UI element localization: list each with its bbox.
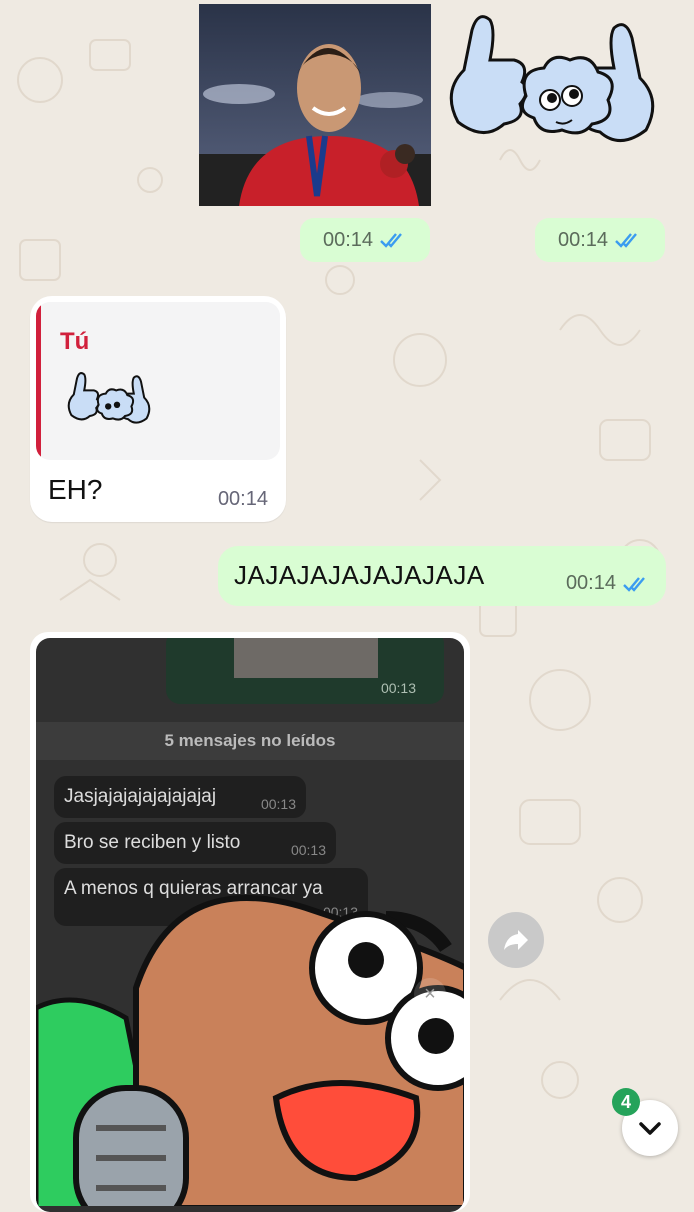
thumbs-up-sticker[interactable]	[438, 4, 666, 184]
unread-divider: 5 mensajes no leídos	[36, 722, 464, 760]
quoted-author: Tú	[60, 328, 90, 355]
screenshot-bubble: Jasjajajajajajajajaj 00:13	[54, 776, 306, 818]
screenshot-bubble-time: 00:13	[260, 796, 296, 812]
screenshot-bubble: Bro se reciben y listo 00:13	[54, 822, 336, 864]
screenshot-bubble-text: Jasjajajajajajajajaj	[64, 786, 217, 807]
photo-time: 00:14	[322, 228, 374, 251]
sent-text: JAJAJAJAJAJAJAJA	[234, 560, 485, 590]
double-check-icon	[615, 233, 637, 248]
received-reply-bubble[interactable]: Tú EH? 00:14	[30, 296, 286, 522]
photo-time-pill: 00:14	[300, 218, 430, 262]
quoted-sticker-thumbnail	[67, 372, 151, 424]
forward-arrow-icon	[504, 930, 528, 950]
unread-count-badge: 4	[612, 1088, 640, 1116]
sent-time: 00:14	[565, 572, 616, 594]
sticker-time-pill: 00:14	[535, 218, 665, 262]
screenshot-close-icon: ×	[414, 978, 446, 1010]
screenshot-thumbnail	[234, 638, 378, 678]
sent-text-bubble[interactable]: JAJAJAJAJAJAJAJA 00:14	[218, 546, 666, 606]
screenshot-sent-bubble: 00:13	[166, 638, 444, 704]
chevron-down-icon	[639, 1122, 661, 1135]
forward-button[interactable]	[488, 912, 544, 968]
reply-text: EH?	[48, 474, 103, 505]
double-check-icon	[380, 233, 402, 248]
screenshot-bubble-text: Bro se reciben y listo	[64, 832, 241, 853]
screenshot-bubble-time: 00:13	[290, 842, 326, 858]
screenshot-sent-time: 00:13	[380, 680, 416, 696]
sent-meta: 00:14	[566, 572, 650, 595]
quote-accent-bar	[36, 302, 41, 460]
reply-time: 00:14	[217, 488, 268, 510]
double-check-icon	[623, 576, 645, 592]
cartoon-character-sticker	[36, 895, 464, 1206]
screenshot-image: 00:13 5 mensajes no leídos Jasjajajajaja…	[36, 638, 464, 1212]
image-message[interactable]: 00:13 5 mensajes no leídos Jasjajajajaja…	[30, 632, 470, 1212]
sticker-time: 00:14	[557, 228, 609, 251]
quoted-message[interactable]: Tú	[36, 302, 280, 460]
photo-message[interactable]	[199, 4, 431, 206]
